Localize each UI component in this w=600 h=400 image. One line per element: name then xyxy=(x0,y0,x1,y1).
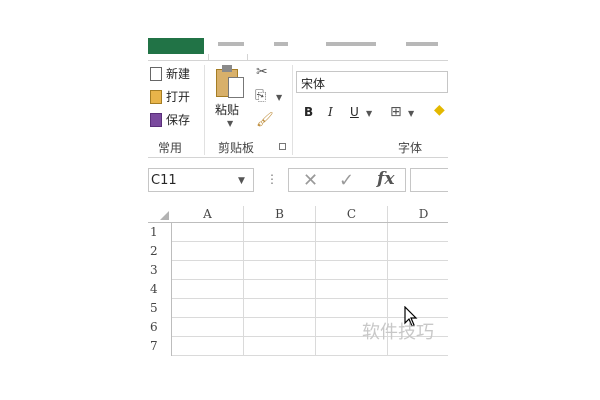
grid-cell[interactable] xyxy=(172,280,244,299)
row-header[interactable]: 2 xyxy=(148,242,172,261)
open-button[interactable]: 打开 xyxy=(150,88,190,105)
save-label: 保存 xyxy=(166,113,191,127)
grid-cell[interactable] xyxy=(244,280,316,299)
ribbon: 新建 打开 保存 常用 粘贴 ▼ ✂ ⎘ ▼ 🖌 剪贴板 宋体 B I U ▼ … xyxy=(148,60,448,158)
cut-icon[interactable]: ✂ xyxy=(256,65,268,79)
group-divider xyxy=(292,65,293,155)
grid-cell[interactable] xyxy=(244,242,316,261)
borders-dropdown-icon[interactable]: ▼ xyxy=(408,109,414,118)
row-header[interactable]: 5 xyxy=(148,299,172,318)
tab-formulas[interactable] xyxy=(406,42,438,46)
column-header[interactable]: D xyxy=(388,206,448,222)
group-label-clipboard: 剪贴板 xyxy=(218,141,255,155)
column-header[interactable]: A xyxy=(172,206,244,222)
paste-icon[interactable] xyxy=(216,65,246,99)
copy-dropdown-icon[interactable]: ▼ xyxy=(276,93,282,102)
italic-button[interactable]: I xyxy=(328,105,333,119)
clipboard-launcher-icon[interactable] xyxy=(279,143,286,150)
paste-button[interactable]: 粘贴 xyxy=(215,101,239,118)
file-tab[interactable] xyxy=(148,38,204,54)
grid-cell[interactable] xyxy=(244,223,316,242)
row-header[interactable]: 7 xyxy=(148,337,172,356)
font-name-select[interactable]: 宋体 xyxy=(296,71,448,93)
grid-cell[interactable] xyxy=(316,261,388,280)
format-painter-icon[interactable]: 🖌 xyxy=(256,113,274,127)
tab-insert[interactable] xyxy=(274,42,288,46)
column-header[interactable]: C xyxy=(316,206,388,222)
grid-cell[interactable] xyxy=(388,280,448,299)
select-all-button[interactable] xyxy=(148,206,172,222)
underline-button[interactable]: U xyxy=(350,105,359,119)
new-button[interactable]: 新建 xyxy=(150,65,190,82)
grid-cell[interactable] xyxy=(316,223,388,242)
grid-cell[interactable] xyxy=(388,299,448,318)
new-label: 新建 xyxy=(166,67,191,81)
formula-buttons: ✕ ✓ fx xyxy=(288,168,406,192)
row-header[interactable]: 4 xyxy=(148,280,172,299)
grid-cell[interactable] xyxy=(172,242,244,261)
group-label-common: 常用 xyxy=(158,141,183,155)
grid-cell[interactable] xyxy=(388,223,448,242)
formula-bar-grip-icon[interactable]: ⋮ xyxy=(266,172,278,186)
grid-cell[interactable] xyxy=(244,318,316,337)
group-label-font: 字体 xyxy=(398,141,423,155)
row-header[interactable]: 6 xyxy=(148,318,172,337)
grid-cell[interactable] xyxy=(172,261,244,280)
cancel-icon[interactable]: ✕ xyxy=(303,170,318,191)
grid-cell[interactable] xyxy=(316,280,388,299)
name-box-dropdown-icon[interactable]: ▼ xyxy=(238,176,245,186)
paste-dropdown-icon[interactable]: ▼ xyxy=(227,119,233,128)
save-button[interactable]: 保存 xyxy=(150,111,190,128)
copy-icon[interactable]: ⎘ xyxy=(255,89,266,103)
formula-bar: C11 ▼ ⋮ ✕ ✓ fx xyxy=(148,158,448,202)
grid-cell[interactable] xyxy=(316,242,388,261)
grid-cell[interactable] xyxy=(244,299,316,318)
tab-page-layout[interactable] xyxy=(326,42,376,46)
group-divider xyxy=(204,65,205,155)
column-header[interactable]: B xyxy=(244,206,316,222)
fill-color-icon[interactable]: ◆ xyxy=(434,103,445,117)
formula-input[interactable] xyxy=(410,168,448,192)
tab-home[interactable] xyxy=(218,42,244,46)
bold-button[interactable]: B xyxy=(304,105,313,119)
grid-cell[interactable] xyxy=(244,337,316,356)
grid-cell[interactable] xyxy=(172,337,244,356)
insert-function-button[interactable]: fx xyxy=(377,169,394,189)
folder-icon xyxy=(150,89,162,104)
grid-cell[interactable] xyxy=(172,299,244,318)
new-icon xyxy=(150,66,162,81)
grid-cell[interactable] xyxy=(388,242,448,261)
row-header[interactable]: 1 xyxy=(148,223,172,242)
save-icon xyxy=(150,112,162,127)
grid-cell[interactable] xyxy=(244,261,316,280)
grid-cell[interactable] xyxy=(172,318,244,337)
watermark-text: 软件技巧 xyxy=(362,322,434,343)
excel-window: 新建 打开 保存 常用 粘贴 ▼ ✂ ⎘ ▼ 🖌 剪贴板 宋体 B I U ▼ … xyxy=(148,38,448,360)
open-label: 打开 xyxy=(166,90,191,104)
ribbon-tab-strip xyxy=(148,38,448,60)
enter-icon[interactable]: ✓ xyxy=(339,170,354,191)
grid-cell[interactable] xyxy=(316,299,388,318)
borders-icon[interactable]: ⊞ xyxy=(390,105,402,119)
grid-cell[interactable] xyxy=(388,261,448,280)
row-header[interactable]: 3 xyxy=(148,261,172,280)
grid-cell[interactable] xyxy=(172,223,244,242)
underline-dropdown-icon[interactable]: ▼ xyxy=(366,109,372,118)
